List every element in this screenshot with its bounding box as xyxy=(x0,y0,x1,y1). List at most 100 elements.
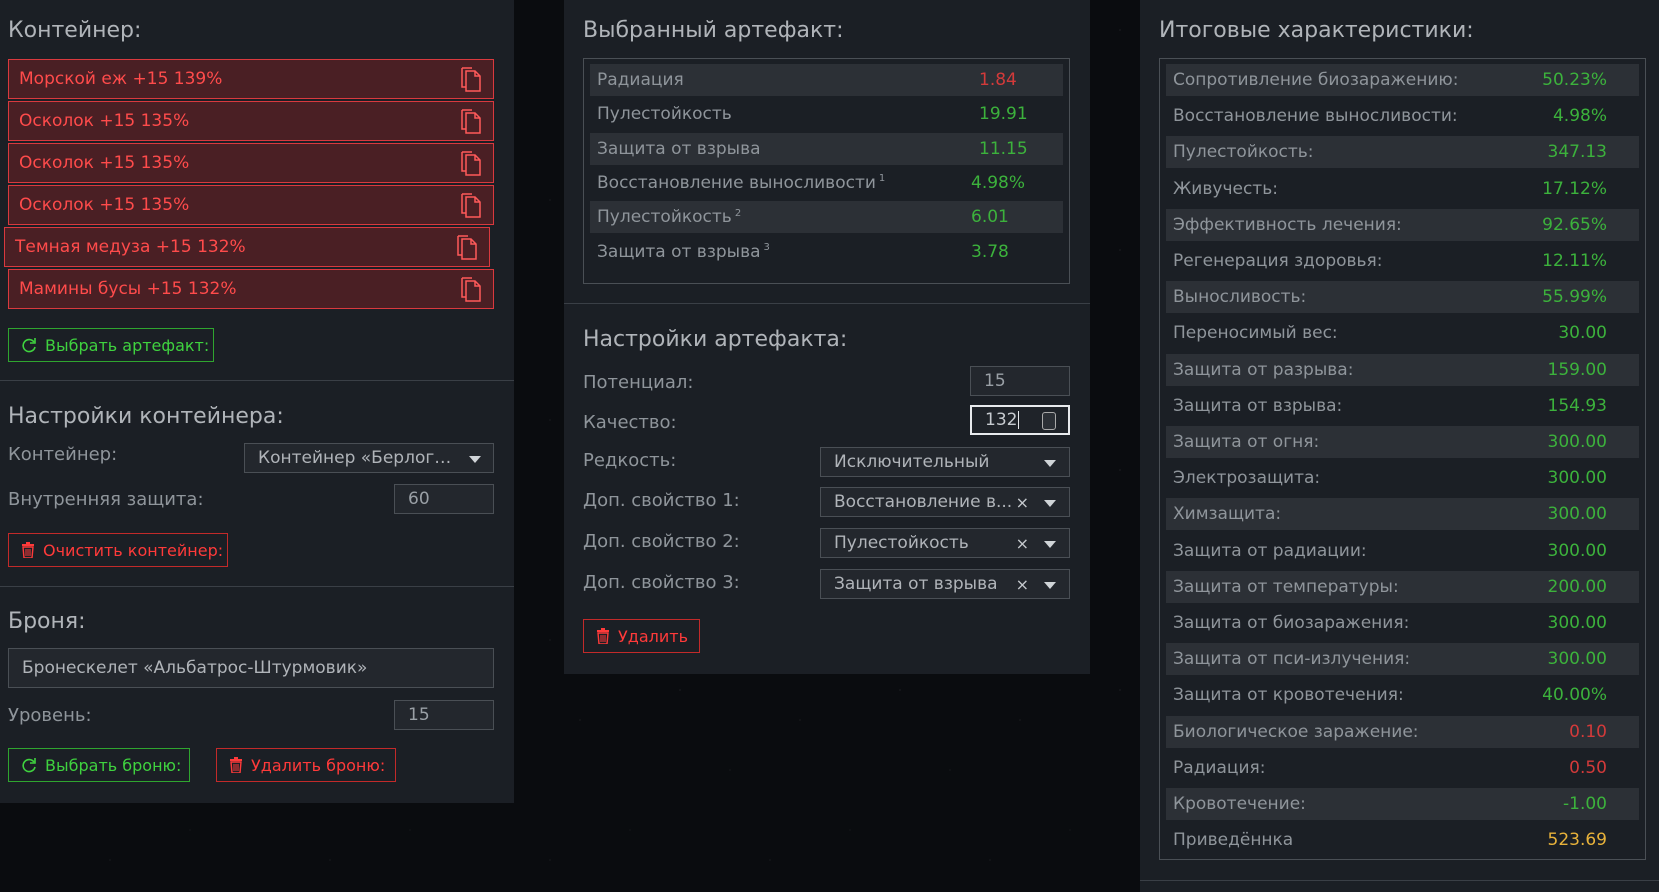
total-stat-name: Защита от пси-излучения: xyxy=(1173,649,1411,670)
total-stat-value: 300.00 xyxy=(1547,540,1607,561)
divider xyxy=(0,586,514,587)
total-stat-row: Пулестойкость: 347.13 xyxy=(1166,136,1639,169)
total-stat-value: 0.50 xyxy=(1569,757,1607,778)
stat-name: Пулестойкость 2 xyxy=(597,207,742,228)
delete-armor-label: Удалить броню: xyxy=(251,755,386,775)
artifact-slot[interactable]: Осколок +15 135% xyxy=(8,185,494,225)
total-stat-value: 154.93 xyxy=(1547,395,1607,416)
trash-icon xyxy=(597,628,609,644)
delete-artifact-button[interactable]: Удалить xyxy=(583,619,700,653)
total-stat-value: 300.00 xyxy=(1547,613,1607,633)
total-stat-row: Биологическое заражение: 0.10 xyxy=(1166,715,1639,748)
total-stat-row: Приведённка 523.69 xyxy=(1166,824,1639,856)
total-stat-name: Сопротивление биозаражению: xyxy=(1173,70,1459,90)
total-stat-name: Биологическое заражение: xyxy=(1173,721,1419,742)
select-armor-label: Выбрать броню: xyxy=(45,755,182,775)
quality-input[interactable]: 132 xyxy=(970,405,1070,435)
total-stat-name: Химзащита: xyxy=(1173,504,1282,525)
copy-icon[interactable] xyxy=(459,193,483,219)
total-stat-row: Кровотечение: -1.00 xyxy=(1166,788,1639,820)
chevron-down-icon xyxy=(1044,582,1056,589)
copy-icon[interactable] xyxy=(459,151,483,177)
stat-row: Восстановление выносливости 1 4.98% xyxy=(590,167,1063,199)
totals-title: Итоговые характеристики: xyxy=(1159,18,1474,43)
extra2-select[interactable]: Пулестойкость × xyxy=(820,528,1070,558)
select-artifact-label: Выбрать артефакт: xyxy=(45,335,210,355)
total-stat-name: Защита от огня: xyxy=(1173,432,1320,452)
stat-value: 4.98% xyxy=(971,172,1026,193)
trash-icon xyxy=(230,757,242,773)
stat-value: 6.01 xyxy=(971,207,1009,228)
quality-value: 132 xyxy=(985,410,1018,430)
total-stat-row: Электрозащита: 300.00 xyxy=(1166,462,1639,494)
refresh-icon xyxy=(22,338,36,353)
spinner-icon[interactable] xyxy=(1042,412,1056,430)
artifact-slot[interactable]: Осколок +15 135% xyxy=(8,101,494,141)
middle-panel: Выбранный артефакт: Радиация 1.84 Пулестой… xyxy=(564,0,1090,674)
container-select[interactable]: Контейнер «Берлога... xyxy=(244,443,494,473)
total-stat-value: 300.00 xyxy=(1547,468,1607,489)
total-stat-row: Защита от взрыва: 154.93 xyxy=(1166,390,1639,422)
close-icon[interactable]: × xyxy=(1016,575,1029,594)
total-stat-row: Защита от биозаражения: 300.00 xyxy=(1166,607,1639,639)
artifact-slot[interactable]: Мамины бусы +15 132% xyxy=(8,269,494,309)
stat-name: Восстановление выносливости 1 xyxy=(597,172,886,193)
artifact-slot[interactable]: Темная медуза +15 132% xyxy=(4,227,490,267)
artifact-slot-label: Осколок +15 135% xyxy=(19,153,190,173)
total-stat-row: Восстановление выносливости: 4.98% xyxy=(1166,100,1639,132)
close-icon[interactable]: × xyxy=(1016,493,1029,512)
total-stat-value: 40.00% xyxy=(1542,685,1607,706)
total-stat-value: 300.00 xyxy=(1547,504,1607,525)
container-settings-title: Настройки контейнера: xyxy=(8,404,284,429)
stat-row: Защита от взрыва 11.15 xyxy=(590,132,1063,165)
extra3-select[interactable]: Защита от взрыва × xyxy=(820,569,1070,599)
copy-icon[interactable] xyxy=(459,67,483,93)
stat-value: 11.15 xyxy=(979,138,1028,159)
copy-icon[interactable] xyxy=(459,277,483,303)
close-icon[interactable]: × xyxy=(1016,534,1029,553)
select-artifact-button[interactable]: Выбрать артефакт: xyxy=(8,328,214,362)
rarity-select[interactable]: Исключительный xyxy=(820,447,1070,477)
extra1-select[interactable]: Восстановление в... × xyxy=(820,487,1070,517)
clear-container-button[interactable]: Очистить контейнер: xyxy=(8,533,228,567)
chevron-down-icon xyxy=(469,456,481,463)
selected-artifact-title: Выбранный артефакт: xyxy=(583,18,844,43)
total-stat-name: Защита от взрыва: xyxy=(1173,395,1343,416)
total-stat-row: Защита от пси-излучения: 300.00 xyxy=(1166,643,1639,676)
copy-icon[interactable] xyxy=(455,235,479,261)
artifact-slot-label: Темная медуза +15 132% xyxy=(15,237,246,257)
chevron-down-icon xyxy=(1044,541,1056,548)
container-title: Контейнер: xyxy=(8,18,142,43)
stat-row: Радиация 1.84 xyxy=(590,64,1063,96)
armor-level-input[interactable]: 15 xyxy=(394,700,494,730)
select-armor-button[interactable]: Выбрать броню: xyxy=(8,748,190,782)
inner-protection-input[interactable]: 60 xyxy=(394,484,494,514)
stat-value: 19.91 xyxy=(979,104,1028,125)
armor-field[interactable]: Бронескелет «Альбатрос-Штурмовик» xyxy=(8,648,494,688)
total-stat-name: Переносимый вес: xyxy=(1173,323,1338,344)
extra2-label: Доп. свойство 2: xyxy=(583,531,740,552)
artifact-slot[interactable]: Морской еж +15 139% xyxy=(8,59,494,99)
total-stat-value: -1.00 xyxy=(1563,794,1607,814)
artifact-slot-label: Мамины бусы +15 132% xyxy=(19,279,237,299)
artifact-slot-label: Осколок +15 135% xyxy=(19,111,190,131)
potential-input[interactable]: 15 xyxy=(970,366,1070,396)
total-stat-row: Защита от разрыва: 159.00 xyxy=(1166,353,1639,386)
chevron-down-icon xyxy=(1044,500,1056,507)
total-stat-row: Химзащита: 300.00 xyxy=(1166,498,1639,531)
stat-name: Защита от взрыва 3 xyxy=(597,241,770,262)
total-stat-value: 300.00 xyxy=(1547,432,1607,452)
artifact-settings-title: Настройки артефакта: xyxy=(583,327,848,352)
armor-level-label: Уровень: xyxy=(8,705,92,726)
total-stat-row: Сопротивление биозаражению: 50.23% xyxy=(1166,64,1639,96)
clear-container-label: Очистить контейнер: xyxy=(43,540,224,560)
total-stat-value: 4.98% xyxy=(1552,106,1607,127)
delete-armor-button[interactable]: Удалить броню: xyxy=(216,748,396,782)
copy-icon[interactable] xyxy=(459,109,483,135)
total-stat-name: Защита от биозаражения: xyxy=(1173,613,1410,633)
artifact-slot[interactable]: Осколок +15 135% xyxy=(8,143,494,183)
stat-row: Защита от взрыва 3 3.78 xyxy=(590,236,1063,268)
total-stat-name: Кровотечение: xyxy=(1173,794,1306,814)
refresh-icon xyxy=(22,758,36,773)
total-stat-name: Пулестойкость: xyxy=(1173,142,1314,163)
